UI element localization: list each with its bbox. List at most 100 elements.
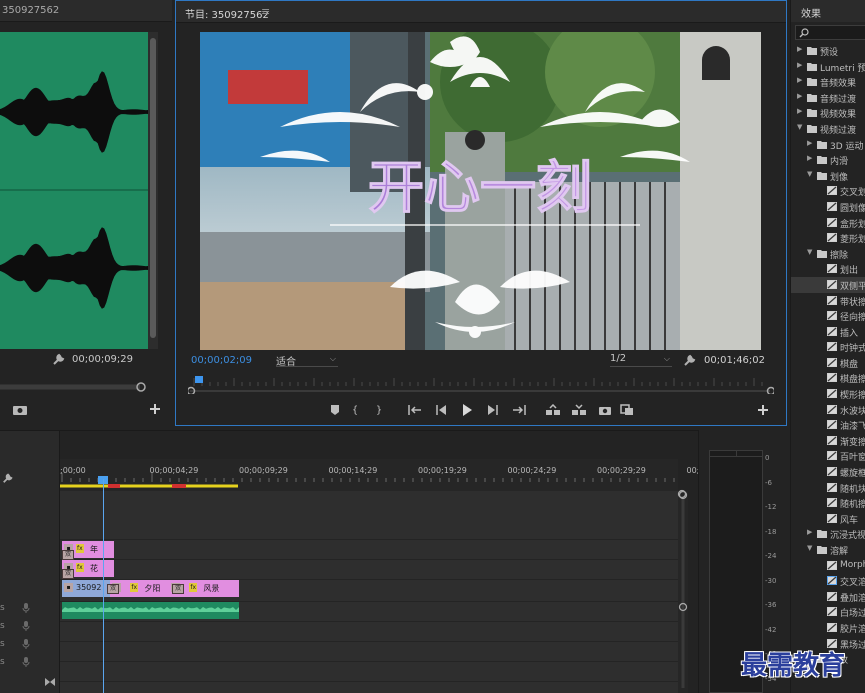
disclosure-closed-icon[interactable]: ▶ [797,45,802,53]
effects-item[interactable]: 双侧平推门 [791,276,865,293]
fx-badge[interactable]: fx [130,583,138,592]
panel-menu-icon[interactable]: ≡ [261,5,270,18]
effects-item[interactable]: MorphCut [791,558,865,574]
effects-item[interactable]: 随机擦除 [791,495,865,511]
wrench-icon[interactable] [683,353,697,367]
disclosure-open-icon[interactable]: ▼ [807,170,812,178]
effects-item[interactable]: ▶ 音频过渡 [791,90,865,106]
effects-item[interactable]: 菱形划像 [791,230,865,246]
effects-item[interactable]: 渐变擦除 [791,433,865,449]
scrollbar-thumb[interactable] [150,38,156,338]
effects-item[interactable]: ▼ 视频过渡 [791,121,865,137]
disclosure-closed-icon[interactable]: ▶ [797,107,802,115]
fx-badge[interactable]: fx [189,583,198,592]
extract-icon[interactable] [570,402,588,418]
effects-item[interactable]: 划出 [791,261,865,277]
timeline-tracks[interactable]: ▪fx年▪fx花▪35092▪fx夕阳▪fx风景双双双双 [60,491,678,693]
export-frame-camera-icon[interactable] [12,404,28,416]
disclosure-closed-icon[interactable]: ▶ [807,528,812,536]
source-monitor-title[interactable]: 350927562 [2,5,59,16]
effects-item[interactable]: 棋盘 [791,355,865,371]
disclosure-closed-icon[interactable]: ▶ [797,76,802,84]
audio-clip[interactable] [62,602,240,619]
effects-item[interactable]: ▼ 划像 [791,168,865,184]
add-button-plus-icon[interactable] [756,403,770,417]
disclosure-closed-icon[interactable]: ▶ [797,61,802,69]
microphone-icon[interactable] [22,639,30,652]
transition-marker[interactable]: 双 [172,584,184,594]
program-scrub-bar[interactable] [188,374,774,394]
effects-item[interactable]: 交叉溶解 [791,573,865,589]
effects-item[interactable]: ▶ 音频效果 [791,74,865,90]
effects-item[interactable]: 插入 [791,324,865,340]
add-button-plus-icon[interactable] [148,402,162,416]
effects-item[interactable]: 水波块 [791,402,865,418]
effects-item[interactable]: 径向擦除 [791,308,865,324]
timeline-time-ruler[interactable]: ;00;00 00;00;04;29 00;00;09;29 00;00;14;29 0… [60,459,704,491]
transition-marker[interactable]: 双 [107,584,119,594]
program-current-timecode[interactable]: 00;00;02;09 [191,355,252,366]
effects-item[interactable]: 胶片溶解 [791,620,865,636]
microphone-icon[interactable] [22,657,30,670]
effects-item[interactable]: 交叉划像 [791,183,865,199]
effects-item[interactable]: 盒形划像 [791,215,865,231]
fx-badge[interactable]: fx [76,544,84,553]
scroll-end-icon[interactable] [44,677,56,687]
mark-in-button[interactable]: { [346,402,364,418]
fx-badge[interactable]: fx [76,563,84,572]
play-icon[interactable] [458,402,476,418]
program-monitor-title[interactable]: 节目: 350927562 [185,6,269,21]
source-mini-timeline[interactable] [0,381,148,393]
playback-resolution-select[interactable]: 1/2 ⌵ [610,353,672,367]
disclosure-open-icon[interactable]: ▼ [807,248,812,256]
effects-item[interactable]: ▶ 内滑 [791,152,865,168]
transition-marker[interactable]: 双 [62,569,74,579]
effects-item[interactable]: 楔形擦除 [791,386,865,402]
ruler-zoom-handle[interactable] [677,489,687,499]
effects-item[interactable]: ▶ 3D 运动 [791,137,865,153]
disclosure-closed-icon[interactable]: ▶ [807,154,812,162]
effects-item[interactable]: 棋盘擦除 [791,370,865,386]
effects-item[interactable]: 带状擦除 [791,293,865,309]
transition-marker[interactable]: 双 [62,550,74,560]
effects-item[interactable]: 油漆飞溅 [791,417,865,433]
go-to-out-icon[interactable] [510,402,528,418]
disclosure-closed-icon[interactable]: ▶ [807,139,812,147]
video-clip-2[interactable]: ▪fx夕阳 [110,580,170,597]
effects-item[interactable]: 叠加溶解 [791,589,865,605]
go-to-in-icon[interactable] [406,402,424,418]
effects-item[interactable]: 风车 [791,511,865,527]
effects-item[interactable]: 随机块 [791,480,865,496]
effects-item[interactable]: 白场过渡 [791,604,865,620]
effects-item[interactable]: 百叶窗 [791,448,865,464]
effects-item[interactable]: ▶ 视频效果 [791,105,865,121]
fit-zoom-select[interactable]: 适合 ⌵ [276,353,338,368]
effects-item[interactable]: 时钟式擦除 [791,339,865,355]
effects-item[interactable]: 圆划像 [791,199,865,215]
export-frame-camera-icon[interactable] [596,402,614,418]
step-back-icon[interactable] [432,402,450,418]
microphone-icon[interactable] [22,603,30,616]
wrench-icon[interactable] [2,472,14,484]
comparison-view-icon[interactable] [618,402,636,418]
effects-search-input[interactable] [795,25,865,40]
step-forward-icon[interactable] [484,402,502,418]
program-video-frame[interactable]: 开心一刻 [200,32,761,350]
wrench-icon[interactable] [52,352,66,366]
effects-panel-title[interactable]: 效果 [801,5,821,20]
program-playhead[interactable] [195,376,203,383]
mark-out-button[interactable]: } [370,402,388,418]
effects-item[interactable]: ▶ 沉浸式视频 [791,526,865,542]
disclosure-open-icon[interactable]: ▼ [807,544,812,552]
effects-item[interactable]: ▶ 预设 [791,43,865,59]
effects-item[interactable]: 螺旋框 [791,464,865,480]
disclosure-open-icon[interactable]: ▼ [797,123,802,131]
source-timecode[interactable]: 00;00;09;29 [72,354,133,365]
effects-item[interactable]: ▼ 擦除 [791,246,865,262]
disclosure-closed-icon[interactable]: ▶ [797,92,802,100]
source-zoom-scrollbar[interactable] [148,32,158,349]
effects-item[interactable]: ▼ 溶解 [791,542,865,558]
timeline-playhead[interactable] [103,479,105,693]
lift-icon[interactable] [544,402,562,418]
effects-item[interactable]: ▶ Lumetri 预设 [791,59,865,75]
